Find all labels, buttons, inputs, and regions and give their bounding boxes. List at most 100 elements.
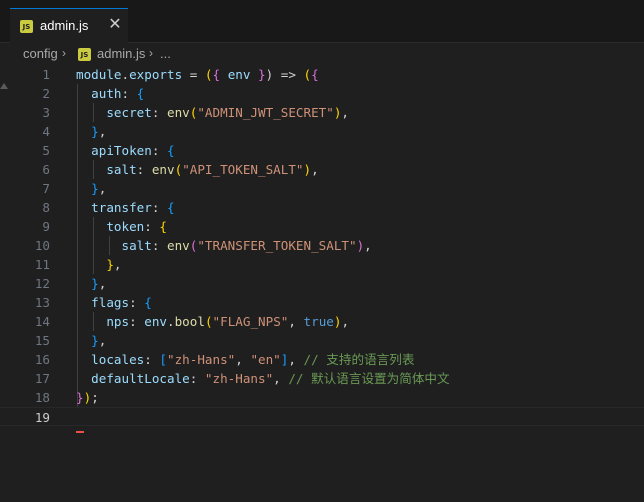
- code-token: salt: [76, 162, 137, 177]
- code-token: ,: [98, 276, 107, 291]
- breadcrumb-file[interactable]: admin.js: [97, 46, 145, 61]
- code-text: transfer: {: [76, 198, 175, 217]
- code-token: :: [129, 295, 145, 310]
- tab-admin-js[interactable]: JS admin.js ✕: [10, 8, 128, 43]
- code-line[interactable]: 18});: [0, 388, 644, 407]
- code-token: // 支持的语言列表: [303, 352, 415, 367]
- line-number: 9: [42, 219, 50, 234]
- code-text: },: [76, 274, 106, 293]
- code-token: ,: [364, 238, 372, 253]
- code-text: token: {: [76, 217, 167, 236]
- code-line[interactable]: 14 nps: env.bool("FLAG_NPS", true),: [0, 312, 644, 331]
- code-token: }: [76, 257, 114, 272]
- code-line[interactable]: 12 },: [0, 274, 644, 293]
- code-token: }: [258, 67, 266, 82]
- text-cursor: [76, 431, 84, 433]
- code-token: }: [76, 124, 99, 139]
- code-token: env: [144, 314, 167, 329]
- code-token: {: [212, 67, 221, 82]
- code-token: ,: [98, 124, 107, 139]
- code-token: transfer: [76, 200, 152, 215]
- code-text: },: [76, 255, 121, 274]
- code-token: "ADMIN_JWT_SECRET": [197, 105, 334, 120]
- line-number: 4: [42, 124, 50, 139]
- code-token: ,: [311, 162, 319, 177]
- code-token: defaultLocale: [76, 371, 190, 386]
- code-line[interactable]: 2 auth: {: [0, 84, 644, 103]
- code-text: nps: env.bool("FLAG_NPS", true),: [76, 312, 349, 331]
- line-number: 5: [42, 143, 50, 158]
- code-token: ): [303, 162, 312, 177]
- code-token: :: [151, 105, 167, 120]
- code-token: env: [167, 238, 190, 253]
- code-token: module: [76, 67, 122, 82]
- code-line[interactable]: 19: [0, 407, 644, 426]
- code-editor[interactable]: 1 module.exports = ({ env }) => ({2 auth:…: [0, 65, 644, 502]
- code-text: },: [76, 331, 106, 350]
- code-token: :: [189, 371, 205, 386]
- code-token: }: [76, 390, 84, 405]
- close-icon[interactable]: ✕: [107, 15, 123, 33]
- tab-bar: JS admin.js ✕: [0, 0, 644, 43]
- code-line[interactable]: 9 token: {: [0, 217, 644, 236]
- code-token: env: [220, 67, 259, 82]
- code-line[interactable]: 15 },: [0, 331, 644, 350]
- code-token: ,: [98, 333, 107, 348]
- code-token: {: [144, 295, 152, 310]
- code-line[interactable]: 4 },: [0, 122, 644, 141]
- code-token: {: [167, 200, 175, 215]
- code-token: {: [159, 219, 168, 234]
- code-token: =: [182, 67, 205, 82]
- code-line[interactable]: 3 secret: env("ADMIN_JWT_SECRET"),: [0, 103, 644, 122]
- line-number: 11: [34, 257, 50, 272]
- code-line[interactable]: 7 },: [0, 179, 644, 198]
- code-token: secret: [76, 105, 152, 120]
- code-token: salt: [76, 238, 152, 253]
- code-line[interactable]: 17 defaultLocale: "zh-Hans", // 默认语言设置为简…: [0, 369, 644, 388]
- code-text: flags: {: [76, 293, 152, 312]
- code-token: ,: [273, 371, 289, 386]
- line-number: 10: [34, 238, 50, 253]
- code-token: (: [204, 67, 213, 82]
- code-token: [: [159, 352, 168, 367]
- code-token: ,: [235, 352, 251, 367]
- code-token: "API_TOKEN_SALT": [182, 162, 304, 177]
- code-token: auth: [76, 86, 122, 101]
- line-number: 18: [34, 390, 50, 405]
- code-token: "zh-Hans": [204, 371, 274, 386]
- code-token: (: [204, 314, 213, 329]
- code-text: },: [76, 179, 106, 198]
- line-number: 1: [42, 67, 50, 82]
- line-number: 6: [42, 162, 50, 177]
- code-line[interactable]: 5 apiToken: {: [0, 141, 644, 160]
- code-text: defaultLocale: "zh-Hans", // 默认语言设置为简体中文: [76, 369, 449, 388]
- code-token: .: [121, 67, 130, 82]
- code-line[interactable]: 10 salt: env("TRANSFER_TOKEN_SALT"),: [0, 236, 644, 255]
- code-line[interactable]: 1 module.exports = ({ env }) => ({: [0, 65, 644, 84]
- code-token: {: [311, 67, 319, 82]
- breadcrumb-symbols[interactable]: ...: [160, 46, 171, 61]
- code-text: auth: {: [76, 84, 144, 103]
- code-text: salt: env("TRANSFER_TOKEN_SALT"),: [76, 236, 372, 255]
- code-line[interactable]: 6 salt: env("API_TOKEN_SALT"),: [0, 160, 644, 179]
- code-token: nps: [76, 314, 130, 329]
- code-line[interactable]: 11 },: [0, 255, 644, 274]
- tab-title: admin.js: [40, 18, 89, 33]
- code-line[interactable]: 16 locales: ["zh-Hans", "en"], // 支持的语言列…: [0, 350, 644, 369]
- code-line[interactable]: 8 transfer: {: [0, 198, 644, 217]
- code-token: apiToken: [76, 143, 152, 158]
- code-token: :: [151, 143, 167, 158]
- code-token: locales: [76, 352, 145, 367]
- line-number: 7: [42, 181, 50, 196]
- code-token: flags: [76, 295, 130, 310]
- code-token: :: [151, 200, 167, 215]
- breadcrumb: config › JS admin.js › ...: [0, 43, 644, 65]
- code-token: ) =>: [265, 67, 304, 82]
- code-line[interactable]: 13 flags: {: [0, 293, 644, 312]
- code-token: .: [167, 314, 175, 329]
- breadcrumb-folder[interactable]: config: [23, 46, 58, 61]
- code-token: :: [129, 314, 145, 329]
- code-token: ,: [288, 314, 304, 329]
- code-text: secret: env("ADMIN_JWT_SECRET"),: [76, 103, 349, 122]
- code-token: }: [76, 181, 99, 196]
